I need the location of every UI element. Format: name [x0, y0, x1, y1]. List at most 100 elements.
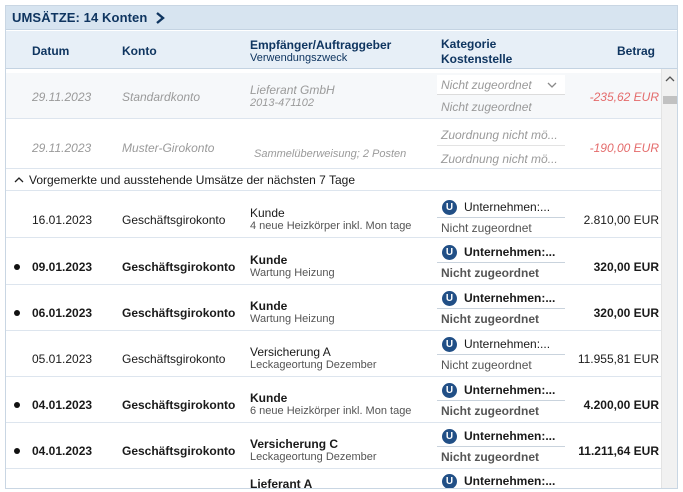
category-field[interactable]: U Unternehmen:... — [437, 334, 565, 355]
u-category-icon: U — [442, 428, 457, 444]
u-category-icon: U — [442, 244, 457, 260]
row-amount: 320,00 EUR — [593, 260, 659, 274]
transaction-row[interactable]: 04.01.2023 Geschäftsgirokonto Versicheru… — [6, 423, 662, 469]
row-date: 09.01.2023 — [32, 260, 93, 274]
row-purpose: 4 neue Heizkörper inkl. Mon tage — [250, 220, 412, 232]
panel-title[interactable]: UMSÄTZE: 14 Konten — [12, 10, 147, 25]
row-category[interactable]: Zuordnung nicht mö... — [441, 128, 558, 142]
u-category-icon: U — [442, 199, 457, 215]
row-amount: -235,62 EUR — [589, 90, 659, 104]
pending-row[interactable]: 29.11.2023 Standardkonto Lieferant GmbH … — [6, 73, 662, 119]
row-amount: 2.810,00 EUR — [583, 213, 659, 227]
row-purpose: Wartung Heizung — [250, 267, 335, 279]
row-recipient: Kunde — [250, 253, 288, 267]
row-recipient: Kunde — [250, 391, 288, 405]
row-date: 29.11.2023 — [32, 90, 92, 104]
category-field[interactable]: U Unternehmen:... — [437, 242, 565, 263]
row-date: 04.01.2023 — [32, 398, 93, 412]
row-cost-center[interactable]: Zuordnung nicht mö... — [441, 152, 558, 166]
row-cost-center[interactable]: Nicht zugeordnet — [441, 450, 539, 464]
row-account: Geschäftsgirokonto — [122, 444, 236, 458]
chevron-right-icon[interactable] — [153, 11, 167, 25]
row-account: Geschäftsgirokonto — [122, 352, 226, 366]
row-category: Unternehmen:... — [464, 337, 551, 351]
row-date: 06.01.2023 — [32, 306, 93, 320]
row-amount: 11.211,64 EUR — [578, 444, 659, 458]
row-account: Geschäftsgirokonto — [122, 306, 236, 320]
row-account: Geschäftsgirokonto — [122, 260, 236, 274]
pending-row[interactable]: 29.11.2023 Muster-Girokonto Sammelüberwe… — [6, 123, 662, 169]
category-field[interactable]: U Unternehmen:... — [437, 380, 565, 401]
col-konto[interactable]: Konto — [122, 44, 157, 58]
category-select[interactable]: Nicht zugeordnet — [437, 75, 565, 95]
chevron-up-icon[interactable] — [665, 75, 675, 83]
column-header: Datum Konto Empfänger/Auftraggeber Verwe… — [6, 31, 677, 69]
row-cost-center[interactable]: Nicht zugeordnet — [441, 100, 532, 114]
category-field[interactable]: U Unternehmen:... — [437, 288, 565, 309]
u-category-icon: U — [442, 290, 457, 306]
row-category: Unternehmen:... — [464, 200, 551, 214]
transaction-row[interactable]: Lieferant A U Unternehmen:... — [6, 469, 662, 489]
col-kostenstelle[interactable]: Kostenstelle — [441, 52, 512, 66]
row-account: Geschäftsgirokonto — [122, 398, 236, 412]
vertical-scrollbar[interactable] — [661, 69, 677, 488]
row-cost-center[interactable]: Nicht zugeordnet — [441, 221, 532, 235]
col-datum[interactable]: Datum — [32, 44, 69, 58]
transaction-row[interactable]: 09.01.2023 Geschäftsgirokonto Kunde Wart… — [6, 239, 662, 285]
row-category: Unternehmen:... — [464, 429, 556, 443]
row-recipient: Kunde — [250, 206, 285, 220]
category-field[interactable]: U Unternehmen:... — [437, 197, 565, 218]
row-purpose: Leckageortung Dezember — [250, 359, 377, 371]
transaction-row[interactable]: 06.01.2023 Geschäftsgirokonto Kunde Wart… — [6, 285, 662, 331]
row-amount: 11.955,81 EUR — [577, 352, 659, 366]
row-category: Unternehmen:... — [464, 474, 556, 488]
transactions-list[interactable]: 29.11.2023 Standardkonto Lieferant GmbH … — [6, 69, 662, 489]
row-purpose: 6 neue Heizkörper inkl. Mon tage — [250, 405, 412, 417]
row-category: Unternehmen:... — [464, 245, 556, 259]
col-betrag[interactable]: Betrag — [617, 44, 655, 58]
row-cost-center[interactable]: Nicht zugeordnet — [441, 404, 539, 418]
row-cost-center[interactable]: Nicht zugeordnet — [441, 358, 532, 372]
transaction-row[interactable]: 05.01.2023 Geschäftsgirokonto Versicheru… — [6, 331, 662, 377]
row-date: 05.01.2023 — [32, 352, 93, 366]
umsaetze-panel: UMSÄTZE: 14 Konten Datum Konto Empfänger… — [5, 5, 678, 489]
unread-dot — [14, 310, 20, 316]
u-category-icon: U — [442, 336, 457, 352]
transaction-row[interactable]: 16.01.2023 Geschäftsgirokonto Kunde 4 ne… — [6, 192, 662, 238]
row-date: 16.01.2023 — [32, 213, 93, 227]
row-amount: 320,00 EUR — [593, 306, 659, 320]
col-empfaenger[interactable]: Empfänger/Auftraggeber — [250, 38, 391, 52]
pending-section-toggle[interactable]: Vorgemerkte und ausstehende Umsätze der … — [6, 169, 662, 191]
category-select-value: Nicht zugeordnet — [441, 77, 532, 92]
row-date: 29.11.2023 — [32, 141, 92, 155]
category-field[interactable]: U Unternehmen:... — [437, 471, 565, 488]
row-purpose: Leckageortung Dezember — [250, 451, 377, 463]
row-amount: 4.200,00 EUR — [583, 398, 659, 412]
u-category-icon: U — [442, 473, 457, 488]
col-verwendungszweck[interactable]: Verwendungszweck — [250, 52, 347, 64]
unread-dot — [14, 448, 20, 454]
category-divider — [437, 145, 565, 146]
row-category: Unternehmen:... — [464, 383, 556, 397]
unread-dot — [14, 402, 20, 408]
row-amount: -190,00 EUR — [589, 141, 659, 155]
row-date: 04.01.2023 — [32, 444, 93, 458]
row-cost-center[interactable]: Nicht zugeordnet — [441, 312, 539, 326]
chevron-down-icon[interactable] — [547, 81, 557, 89]
row-recipient: Lieferant GmbH — [250, 83, 335, 97]
scrollbar-thumb[interactable] — [663, 96, 677, 104]
chevron-up-icon[interactable] — [14, 176, 24, 184]
u-category-icon: U — [442, 382, 457, 398]
row-account: Muster-Girokonto — [122, 141, 215, 155]
transaction-row[interactable]: 04.01.2023 Geschäftsgirokonto Kunde 6 ne… — [6, 377, 662, 423]
row-category: Unternehmen:... — [464, 291, 556, 305]
panel-titlebar[interactable]: UMSÄTZE: 14 Konten — [6, 6, 677, 30]
col-kategorie[interactable]: Kategorie — [441, 37, 496, 51]
row-recipient: Lieferant A — [250, 477, 313, 489]
category-field[interactable]: U Unternehmen:... — [437, 426, 565, 447]
row-purpose: Wartung Heizung — [250, 313, 335, 325]
row-cost-center[interactable]: Nicht zugeordnet — [441, 266, 539, 280]
row-purpose: 2013-471102 — [250, 97, 315, 109]
row-recipient: Kunde — [250, 299, 288, 313]
row-recipient: Versicherung A — [250, 345, 331, 359]
